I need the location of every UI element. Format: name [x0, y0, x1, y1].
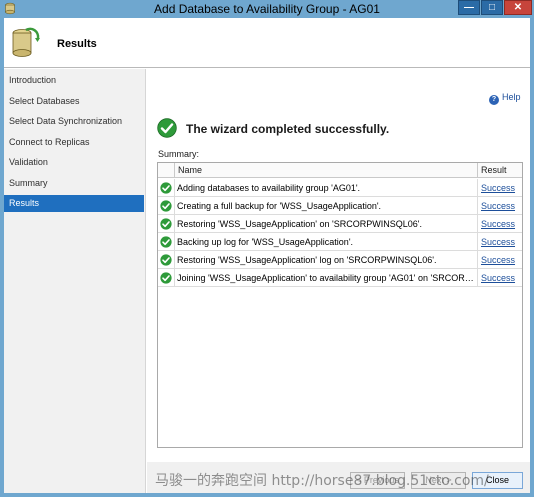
results-grid: Name Result Adding databases to availabi…	[157, 162, 523, 448]
column-header-name[interactable]: Name	[174, 163, 477, 178]
help-link[interactable]: ? Help	[489, 92, 521, 105]
nav-item-select-databases[interactable]: Select Databases	[4, 93, 144, 110]
row-result-link[interactable]: Success	[477, 179, 522, 197]
success-check-icon	[160, 272, 172, 284]
nav-item-validation[interactable]: Validation	[4, 154, 144, 171]
results-panel: ? Help The wizard completed successfully.…	[147, 69, 530, 493]
table-row: Adding databases to availability group '…	[158, 179, 522, 197]
row-name: Backing up log for 'WSS_UsageApplication…	[174, 233, 477, 251]
minimize-icon: —	[464, 2, 474, 13]
row-name: Restoring 'WSS_UsageApplication' log on …	[174, 251, 477, 269]
column-header-result[interactable]: Result	[477, 163, 522, 178]
row-name: Creating a full backup for 'WSS_UsageApp…	[174, 197, 477, 215]
nav-item-results[interactable]: Results	[4, 195, 144, 212]
page-title: Results	[57, 38, 97, 50]
database-sync-icon	[12, 27, 40, 57]
minimize-button[interactable]: —	[458, 0, 480, 15]
help-label: Help	[502, 92, 521, 102]
row-name: Restoring 'WSS_UsageApplication' on 'SRC…	[174, 215, 477, 233]
maximize-icon: □	[488, 2, 496, 13]
wizard-nav: Introduction Select Databases Select Dat…	[4, 69, 146, 493]
row-result-link[interactable]: Success	[477, 197, 522, 215]
watermark-text: 马骏一的奔跑空间 http://horse87.blog.51cto.com/	[155, 473, 489, 489]
success-check-icon	[160, 200, 172, 212]
success-message: The wizard completed successfully.	[186, 122, 390, 136]
success-check-icon	[160, 254, 172, 266]
success-check-icon	[160, 236, 172, 248]
nav-item-introduction[interactable]: Introduction	[4, 72, 144, 89]
success-check-icon	[157, 118, 177, 138]
success-check-icon	[160, 182, 172, 194]
table-row: Creating a full backup for 'WSS_UsageApp…	[158, 197, 522, 215]
row-name: Adding databases to availability group '…	[174, 179, 477, 197]
wizard-window: Add Database to Availability Group - AG0…	[0, 0, 534, 497]
nav-item-connect-to-replicas[interactable]: Connect to Replicas	[4, 134, 144, 151]
row-result-link[interactable]: Success	[477, 233, 522, 251]
grid-header: Name Result	[158, 163, 522, 178]
close-window-button[interactable]: ✕	[504, 0, 532, 15]
row-result-link[interactable]: Success	[477, 251, 522, 269]
row-name: Joining 'WSS_UsageApplication' to availa…	[174, 269, 477, 287]
table-row: Restoring 'WSS_UsageApplication' on 'SRC…	[158, 215, 522, 233]
success-check-icon	[160, 218, 172, 230]
row-result-link[interactable]: Success	[477, 269, 522, 287]
nav-item-summary[interactable]: Summary	[4, 175, 144, 192]
title-bar[interactable]: Add Database to Availability Group - AG0…	[0, 0, 534, 18]
page-header: Results	[4, 18, 530, 68]
close-icon: ✕	[513, 2, 523, 13]
table-row: Joining 'WSS_UsageApplication' to availa…	[158, 269, 522, 287]
nav-item-select-data-synchronization[interactable]: Select Data Synchronization	[4, 113, 144, 130]
summary-label: Summary:	[158, 149, 200, 159]
help-icon: ?	[489, 95, 499, 105]
maximize-button[interactable]: □	[481, 0, 503, 15]
row-result-link[interactable]: Success	[477, 215, 522, 233]
table-row: Backing up log for 'WSS_UsageApplication…	[158, 233, 522, 251]
wizard-client: Results Introduction Select Databases Se…	[4, 18, 530, 493]
table-row: Restoring 'WSS_UsageApplication' log on …	[158, 251, 522, 269]
window-title: Add Database to Availability Group - AG0…	[154, 2, 380, 16]
